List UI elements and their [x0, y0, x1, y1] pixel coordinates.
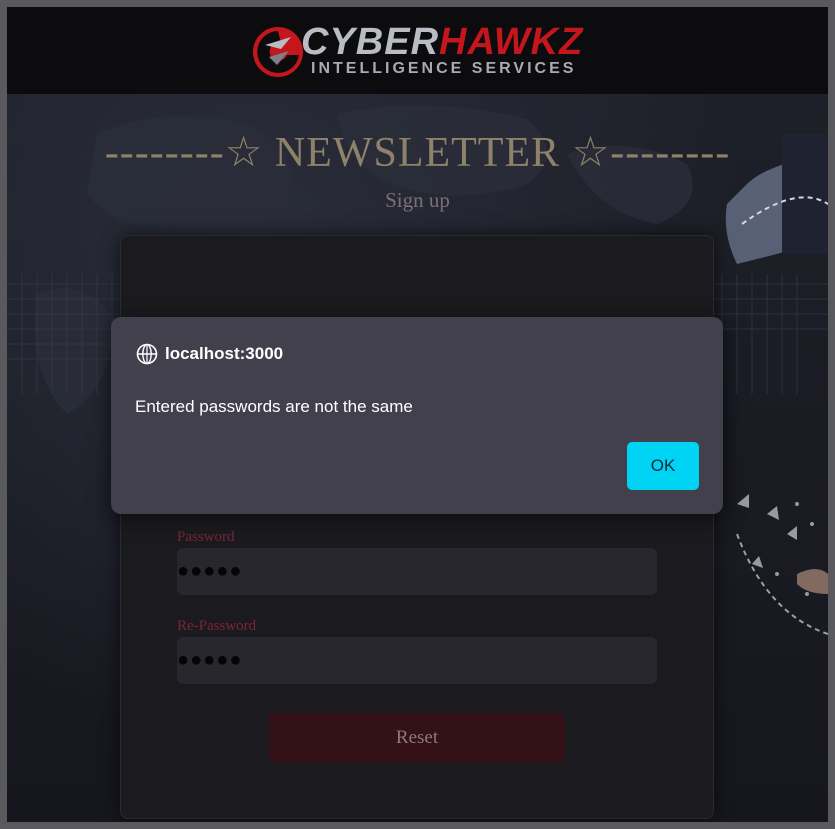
- newsletter-title: --------☆ NEWSLETTER ☆--------: [104, 130, 731, 176]
- dialog-message: Entered passwords are not the same: [135, 397, 413, 416]
- logo-word-hawkz: HAWKZ: [439, 21, 584, 63]
- logo-word-cyber: CYBER: [301, 21, 440, 63]
- signup-subtitle: Sign up: [385, 188, 450, 212]
- repassword-label: Re-Password: [177, 618, 257, 634]
- hawk-logo-icon: [253, 27, 303, 77]
- password-label: Password: [177, 529, 235, 545]
- password-field[interactable]: ●●●●●: [177, 548, 657, 595]
- dialog-origin: localhost:3000: [165, 344, 284, 363]
- alert-dialog: localhost:3000 Entered passwords are not…: [111, 317, 723, 514]
- ok-button[interactable]: OK: [627, 442, 699, 490]
- site-header: CYBERHAWKZ INTELLIGENCE SERVICES: [7, 7, 828, 94]
- cyberhawkz-logo[interactable]: CYBERHAWKZ INTELLIGENCE SERVICES: [251, 21, 591, 81]
- globe-icon: [136, 343, 158, 365]
- logo-wordmark: CYBERHAWKZ: [301, 21, 583, 63]
- repassword-field[interactable]: ●●●●●: [177, 637, 657, 684]
- reset-button[interactable]: Reset: [269, 713, 565, 762]
- logo-tagline: INTELLIGENCE SERVICES: [311, 60, 577, 77]
